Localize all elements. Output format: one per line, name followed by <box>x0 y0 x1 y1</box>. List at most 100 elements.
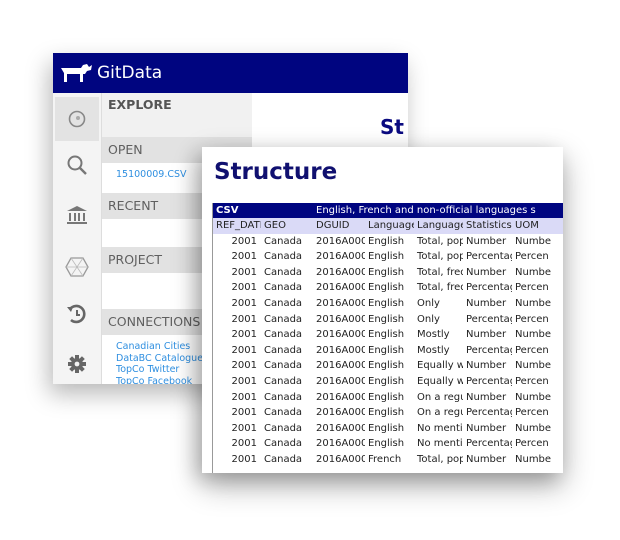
table-cell[interactable]: Total, freq <box>414 280 463 296</box>
table-cell[interactable]: 2001 <box>213 265 261 281</box>
table-cell[interactable]: 2016A000 <box>313 452 365 468</box>
table-cell[interactable]: Total, pop <box>414 452 463 468</box>
table-cell[interactable]: 2016A000 <box>313 249 365 265</box>
table-cell[interactable]: English <box>365 280 414 296</box>
table-cell[interactable]: 2001 <box>213 249 261 265</box>
table-cell[interactable]: 2001 <box>213 452 261 468</box>
table-cell[interactable]: 2001 <box>213 436 261 452</box>
table-cell[interactable]: Numbe <box>512 265 552 281</box>
library-button[interactable] <box>61 199 93 231</box>
table-cell[interactable]: Percen <box>512 436 552 452</box>
table-cell[interactable]: 2001 <box>213 374 261 390</box>
table-cell[interactable]: Percen <box>512 312 552 328</box>
table-cell[interactable]: 2016A000 <box>313 390 365 406</box>
table-cell[interactable]: On a regu <box>414 405 463 421</box>
table-cell[interactable]: English <box>365 234 414 250</box>
table-cell[interactable]: Number <box>463 358 512 374</box>
table-cell[interactable]: Percentag <box>463 374 512 390</box>
table-cell[interactable]: Percentag <box>463 405 512 421</box>
table-cell[interactable]: 2001 <box>213 296 261 312</box>
table-cell[interactable]: Canada <box>261 265 313 281</box>
table-cell[interactable]: 2016A000 <box>313 280 365 296</box>
column-header[interactable]: GEO <box>261 218 313 234</box>
table-cell[interactable]: Canada <box>261 327 313 343</box>
settings-button[interactable] <box>61 348 93 380</box>
table-cell[interactable]: Number <box>463 234 512 250</box>
table-cell[interactable]: Mostly <box>414 343 463 359</box>
table-cell[interactable]: Canada <box>261 452 313 468</box>
table-cell[interactable]: Percen <box>512 405 552 421</box>
table-cell[interactable]: 2001 <box>213 327 261 343</box>
table-cell[interactable]: No mentic <box>414 436 463 452</box>
search-button[interactable] <box>61 149 93 181</box>
table-cell[interactable]: English <box>365 405 414 421</box>
table-cell[interactable]: English <box>365 390 414 406</box>
table-cell[interactable]: Percentag <box>463 280 512 296</box>
network-button[interactable] <box>61 251 93 283</box>
table-cell[interactable]: 2001 <box>213 312 261 328</box>
table-cell[interactable]: 2001 <box>213 343 261 359</box>
table-cell[interactable]: English <box>365 421 414 437</box>
table-cell[interactable]: Canada <box>261 296 313 312</box>
table-cell[interactable]: Canada <box>261 234 313 250</box>
table-cell[interactable]: Number <box>463 390 512 406</box>
table-cell[interactable]: Canada <box>261 390 313 406</box>
table-cell[interactable]: 2001 <box>213 390 261 406</box>
table-cell[interactable]: Numbe <box>512 421 552 437</box>
table-cell[interactable]: Only <box>414 296 463 312</box>
column-header[interactable]: Statistics <box>463 218 512 234</box>
table-cell[interactable]: 2016A000 <box>313 312 365 328</box>
table-cell[interactable]: Number <box>463 265 512 281</box>
table-cell[interactable]: Only <box>414 312 463 328</box>
history-button[interactable] <box>61 298 93 330</box>
table-cell[interactable]: Equally w <box>414 358 463 374</box>
table-cell[interactable]: 2016A000 <box>313 374 365 390</box>
explore-button[interactable] <box>55 97 99 141</box>
table-cell[interactable]: Percen <box>512 374 552 390</box>
table-cell[interactable]: Canada <box>261 405 313 421</box>
table-cell[interactable]: Number <box>463 327 512 343</box>
table-cell[interactable]: On a regu <box>414 390 463 406</box>
table-cell[interactable]: Numbe <box>512 296 552 312</box>
table-cell[interactable]: 2016A000 <box>313 327 365 343</box>
table-cell[interactable]: French <box>365 452 414 468</box>
table-cell[interactable]: English <box>365 343 414 359</box>
table-cell[interactable]: 2016A000 <box>313 343 365 359</box>
table-cell[interactable]: English <box>365 358 414 374</box>
table-cell[interactable]: English <box>365 327 414 343</box>
table-cell[interactable]: English <box>365 374 414 390</box>
table-cell[interactable]: 2016A000 <box>313 405 365 421</box>
table-cell[interactable]: Percentag <box>463 436 512 452</box>
table-cell[interactable]: Percentag <box>463 343 512 359</box>
table-cell[interactable]: Total, pop <box>414 249 463 265</box>
table-cell[interactable]: Numbe <box>512 452 552 468</box>
column-header[interactable]: Language <box>414 218 463 234</box>
table-cell[interactable]: Canada <box>261 280 313 296</box>
table-cell[interactable]: Total, pop <box>414 234 463 250</box>
table-cell[interactable]: 2016A000 <box>313 421 365 437</box>
table-cell[interactable]: Canada <box>261 374 313 390</box>
table-cell[interactable]: Numbe <box>512 390 552 406</box>
table-cell[interactable]: 2001 <box>213 280 261 296</box>
table-cell[interactable]: Number <box>463 452 512 468</box>
table-cell[interactable]: Numbe <box>512 234 552 250</box>
table-cell[interactable]: English <box>365 249 414 265</box>
table-cell[interactable]: Canada <box>261 358 313 374</box>
table-cell[interactable]: Percentag <box>463 312 512 328</box>
table-cell[interactable]: Canada <box>261 421 313 437</box>
table-cell[interactable]: English <box>365 265 414 281</box>
table-cell[interactable]: 2001 <box>213 358 261 374</box>
table-cell[interactable]: Numbe <box>512 327 552 343</box>
table-cell[interactable]: 2001 <box>213 234 261 250</box>
column-header[interactable]: Language <box>365 218 414 234</box>
table-cell[interactable]: 2001 <box>213 405 261 421</box>
table-cell[interactable]: English <box>365 296 414 312</box>
table-cell[interactable]: Equally w <box>414 374 463 390</box>
table-cell[interactable]: 2016A000 <box>313 358 365 374</box>
column-header[interactable]: DGUID <box>313 218 365 234</box>
table-cell[interactable]: Percen <box>512 280 552 296</box>
table-cell[interactable]: Numbe <box>512 358 552 374</box>
table-cell[interactable]: English <box>365 312 414 328</box>
column-header[interactable]: UOM <box>512 218 552 234</box>
table-cell[interactable]: 2016A000 <box>313 436 365 452</box>
